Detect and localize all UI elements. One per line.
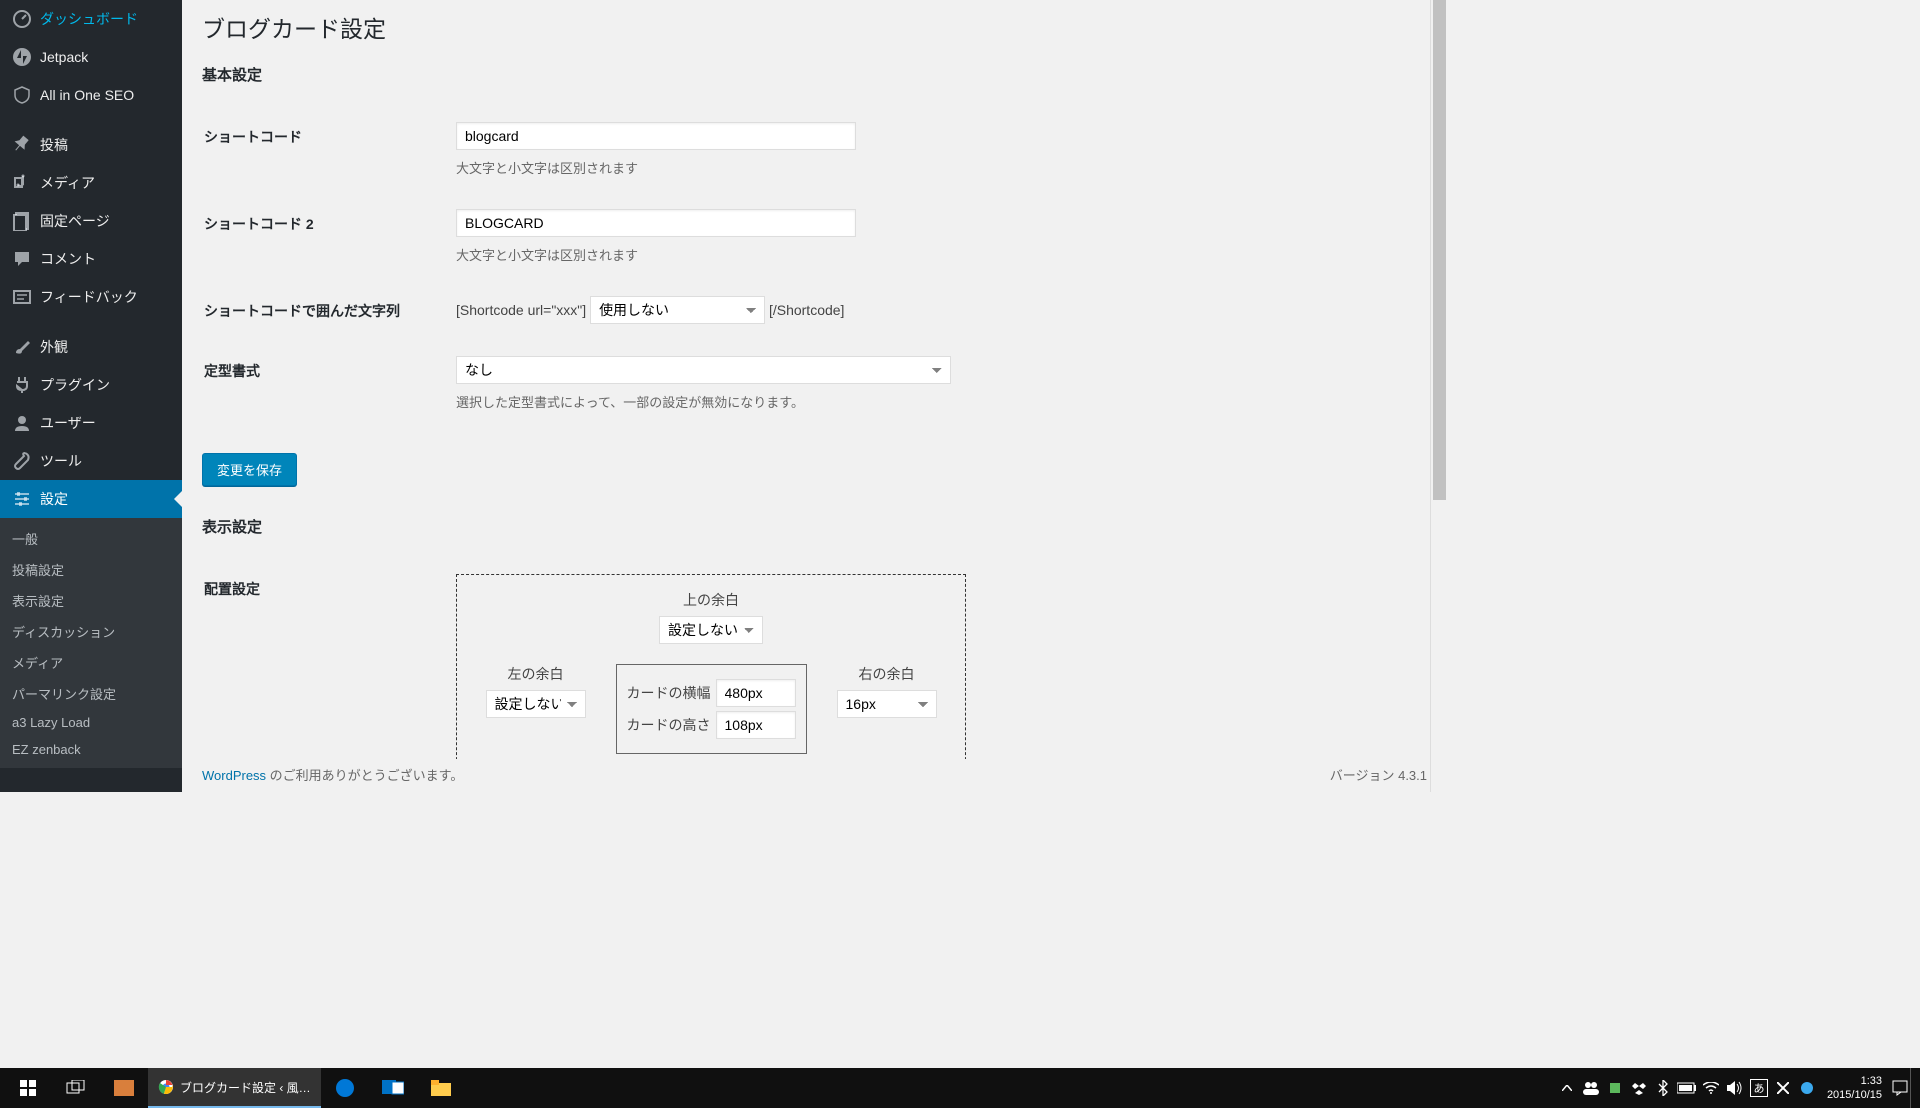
version-label: バージョン 4.3.1: [1330, 765, 1427, 784]
tray-battery-icon[interactable]: [1675, 1068, 1699, 1108]
layout-label: 配置設定: [204, 564, 454, 790]
wordpress-link[interactable]: WordPress: [202, 768, 266, 783]
start-button[interactable]: [4, 1068, 52, 1108]
card-height-label: カードの高さ: [627, 715, 711, 735]
submenu-item[interactable]: EZ zenback: [0, 736, 182, 763]
template-select[interactable]: なし: [456, 356, 951, 384]
sidebar-item-media[interactable]: メディア: [0, 164, 182, 202]
card-width-input[interactable]: [716, 679, 796, 707]
shortcode2-label: ショートコード 2: [204, 199, 454, 284]
tray-volume-icon[interactable]: [1723, 1068, 1747, 1108]
dashboard-icon: [12, 9, 32, 29]
taskbar-app-chrome[interactable]: ブログカード設定 ‹ 風…: [148, 1068, 321, 1108]
show-desktop-button[interactable]: [1910, 1068, 1916, 1108]
tray-dropbox-icon[interactable]: [1627, 1068, 1651, 1108]
plug-icon: [12, 375, 32, 395]
taskbar-clock[interactable]: 1:33 2015/10/15: [1819, 1074, 1890, 1103]
layout-top-select[interactable]: 設定しない: [659, 616, 763, 644]
sidebar-item-feedback[interactable]: フィードバック: [0, 278, 182, 316]
scrollbar[interactable]: [1430, 0, 1447, 792]
shield-icon: [12, 85, 32, 105]
section-display: 表示設定: [202, 516, 1427, 537]
taskbar-app-edge[interactable]: [321, 1068, 369, 1108]
taskbar-app-title: ブログカード設定 ‹ 風…: [180, 1079, 311, 1096]
user-icon: [12, 413, 32, 433]
layout-preview: 上の余白 設定しない 左の余白 設定しない カードの横幅: [456, 574, 966, 770]
submenu-item[interactable]: a3 Lazy Load: [0, 709, 182, 736]
tray-wifi-icon[interactable]: [1699, 1068, 1723, 1108]
enclosed-suffix: [/Shortcode]: [769, 302, 845, 318]
brush-icon: [12, 337, 32, 357]
sidebar-item-brush[interactable]: 外観: [0, 328, 182, 366]
sidebar-item-user[interactable]: ユーザー: [0, 404, 182, 442]
sidebar-item-settings[interactable]: 設定: [0, 480, 182, 518]
taskbar-app-explorer[interactable]: [417, 1068, 465, 1108]
tray-close-icon[interactable]: [1771, 1068, 1795, 1108]
layout-left-select[interactable]: 設定しない: [486, 690, 586, 718]
windows-taskbar: ブログカード設定 ‹ 風…: [0, 1068, 1920, 1108]
submenu-item[interactable]: 表示設定: [0, 585, 182, 616]
jetpack-icon: [12, 47, 32, 67]
tray-app-icon[interactable]: [1795, 1068, 1819, 1108]
enclosed-prefix: [Shortcode url="xxx"]: [456, 302, 586, 318]
submenu-item[interactable]: パーマリンク設定: [0, 678, 182, 709]
pin-icon: [12, 135, 32, 155]
sidebar-item-page[interactable]: 固定ページ: [0, 202, 182, 240]
card-height-input[interactable]: [716, 711, 796, 739]
card-width-label: カードの横幅: [627, 683, 711, 703]
sidebar-item-comment[interactable]: コメント: [0, 240, 182, 278]
tray-puzzle-icon[interactable]: [1603, 1068, 1627, 1108]
submenu-item[interactable]: 投稿設定: [0, 554, 182, 585]
shortcode-desc: 大文字と小文字は区別されます: [456, 158, 1415, 177]
comment-icon: [12, 249, 32, 269]
save-button[interactable]: 変更を保存: [202, 453, 297, 486]
settings-icon: [12, 489, 32, 509]
settings-submenu: 一般投稿設定表示設定ディスカッションメディアパーマリンク設定a3 Lazy Lo…: [0, 518, 182, 768]
tray-up-icon[interactable]: [1555, 1068, 1579, 1108]
layout-right-select[interactable]: 16px: [837, 690, 937, 718]
shortcode2-desc: 大文字と小文字は区別されます: [456, 245, 1415, 264]
layout-right-label: 右の余白: [837, 664, 937, 684]
admin-footer: WordPress のご利用ありがとうございます。 バージョン 4.3.1: [202, 759, 1427, 790]
tray-notifications-icon[interactable]: [1890, 1068, 1910, 1108]
feedback-icon: [12, 287, 32, 307]
sidebar-item-shield[interactable]: All in One SEO: [0, 76, 182, 114]
shortcode-input[interactable]: [456, 122, 856, 150]
tray-ime-icon[interactable]: あ: [1750, 1079, 1768, 1097]
media-icon: [12, 173, 32, 193]
taskbar-app-1[interactable]: [100, 1068, 148, 1108]
layout-top-label: 上の余白: [659, 590, 763, 610]
layout-left-label: 左の余白: [486, 664, 586, 684]
submenu-item[interactable]: メディア: [0, 647, 182, 678]
shortcode2-input[interactable]: [456, 209, 856, 237]
page-icon: [12, 211, 32, 231]
tray-bluetooth-icon[interactable]: [1651, 1068, 1675, 1108]
submenu-item[interactable]: ディスカッション: [0, 616, 182, 647]
sidebar-item-pin[interactable]: 投稿: [0, 126, 182, 164]
page-title: ブログカード設定: [202, 10, 1427, 44]
wrench-icon: [12, 451, 32, 471]
sidebar-item-dashboard[interactable]: ダッシュボード: [0, 0, 182, 38]
submenu-item[interactable]: 一般: [0, 523, 182, 554]
main-content: ブログカード設定 基本設定 ショートコード 大文字と小文字は区別されます ショー…: [182, 0, 1447, 792]
taskbar-app-outlook[interactable]: [369, 1068, 417, 1108]
admin-sidebar: ダッシュボードJetpackAll in One SEO 投稿メディア固定ページ…: [0, 0, 182, 792]
sidebar-item-wrench[interactable]: ツール: [0, 442, 182, 480]
template-label: 定型書式: [204, 346, 454, 431]
section-basic: 基本設定: [202, 64, 1427, 85]
sidebar-item-plug[interactable]: プラグイン: [0, 366, 182, 404]
shortcode-label: ショートコード: [204, 112, 454, 197]
tray-people-icon[interactable]: [1579, 1068, 1603, 1108]
enclosed-select[interactable]: 使用しない: [590, 296, 765, 324]
template-desc: 選択した定型書式によって、一部の設定が無効になります。: [456, 392, 1415, 411]
scrollbar-thumb[interactable]: [1433, 0, 1446, 500]
task-view-button[interactable]: [52, 1068, 100, 1108]
sidebar-item-jetpack[interactable]: Jetpack: [0, 38, 182, 76]
enclosed-label: ショートコードで囲んだ文字列: [204, 286, 454, 344]
chrome-icon: [158, 1079, 174, 1095]
